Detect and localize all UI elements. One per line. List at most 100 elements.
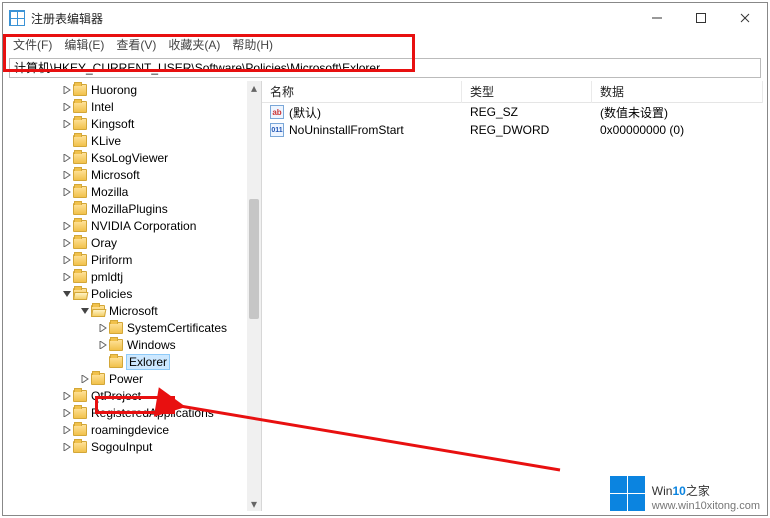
tree-item[interactable]: NVIDIA Corporation <box>7 217 249 234</box>
menu-view[interactable]: 查看(V) <box>110 34 162 55</box>
folder-icon <box>73 237 87 249</box>
chevron-right-icon[interactable] <box>61 271 73 283</box>
tree-item[interactable]: Kingsoft <box>7 115 249 132</box>
tree-item-label: pmldtj <box>91 270 123 284</box>
tree-item-label: Windows <box>127 338 176 352</box>
list-body[interactable]: ab(默认)REG_SZ(数值未设置)011NoUninstallFromSta… <box>262 103 763 139</box>
chevron-right-icon[interactable] <box>61 101 73 113</box>
folder-icon <box>73 288 87 300</box>
tree-item[interactable]: MozillaPlugins <box>7 200 249 217</box>
chevron-right-icon[interactable] <box>61 390 73 402</box>
expander-none <box>97 356 109 368</box>
tree-item-label: Microsoft <box>109 304 158 318</box>
tree-item-label: Exlorer <box>127 355 169 369</box>
tree-item-label: Power <box>109 372 143 386</box>
folder-icon <box>73 101 87 113</box>
chevron-right-icon[interactable] <box>61 254 73 266</box>
tree-item[interactable]: pmldtj <box>7 268 249 285</box>
value-type: REG_SZ <box>462 105 592 119</box>
expander-none <box>61 203 73 215</box>
tree-item-label: SystemCertificates <box>127 321 227 335</box>
chevron-right-icon[interactable] <box>97 322 109 334</box>
tree-item[interactable]: Microsoft <box>7 166 249 183</box>
tree-item-label: RegisteredApplications <box>91 406 214 420</box>
watermark-brand: Win10之家 <box>652 476 760 500</box>
tree-item[interactable]: Exlorer <box>7 353 249 370</box>
chevron-right-icon[interactable] <box>61 424 73 436</box>
menu-edit[interactable]: 编辑(E) <box>58 34 110 55</box>
tree-item[interactable]: RegisteredApplications <box>7 404 249 421</box>
folder-icon <box>91 373 105 385</box>
tree-item[interactable]: KLive <box>7 132 249 149</box>
address-bar[interactable]: 计算机\HKEY_CURRENT_USER\Software\Policies\… <box>9 58 761 78</box>
tree-item[interactable]: Power <box>7 370 249 387</box>
tree-item-label: Oray <box>91 236 117 250</box>
menu-file[interactable]: 文件(F) <box>7 34 58 55</box>
chevron-right-icon[interactable] <box>61 220 73 232</box>
chevron-right-icon[interactable] <box>61 169 73 181</box>
column-name[interactable]: 名称 <box>262 81 462 103</box>
chevron-down-icon[interactable] <box>79 305 91 317</box>
value-row[interactable]: ab(默认)REG_SZ(数值未设置) <box>262 103 763 121</box>
chevron-right-icon[interactable] <box>61 186 73 198</box>
tree-item-label: QtProject <box>91 389 141 403</box>
scroll-down-button[interactable]: ▾ <box>247 497 261 511</box>
tree-item[interactable]: Mozilla <box>7 183 249 200</box>
minimize-button[interactable] <box>635 3 679 33</box>
value-row[interactable]: 011NoUninstallFromStartREG_DWORD0x000000… <box>262 121 763 139</box>
chevron-right-icon[interactable] <box>79 373 91 385</box>
tree-item[interactable]: Microsoft <box>7 302 249 319</box>
tree-item[interactable]: Oray <box>7 234 249 251</box>
dword-value-icon: 011 <box>270 123 284 137</box>
tree-item[interactable]: SogouInput <box>7 438 249 455</box>
close-button[interactable] <box>723 3 767 33</box>
chevron-right-icon[interactable] <box>97 339 109 351</box>
tree-item[interactable]: Policies <box>7 285 249 302</box>
tree-item[interactable]: KsoLogViewer <box>7 149 249 166</box>
folder-icon <box>91 305 105 317</box>
folder-icon <box>73 254 87 266</box>
tree-item[interactable]: QtProject <box>7 387 249 404</box>
menu-bar: 文件(F) 编辑(E) 查看(V) 收藏夹(A) 帮助(H) <box>3 33 767 55</box>
tree-item[interactable]: Huorong <box>7 81 249 98</box>
menu-help[interactable]: 帮助(H) <box>226 34 279 55</box>
tree-item[interactable]: Windows <box>7 336 249 353</box>
folder-icon <box>73 169 87 181</box>
folder-icon <box>73 84 87 96</box>
windows-logo-icon <box>610 476 646 512</box>
watermark-url: www.win10xitong.com <box>652 500 760 512</box>
tree-pane: HuorongIntelKingsoftKLiveKsoLogViewerMic… <box>7 81 262 511</box>
chevron-right-icon[interactable] <box>61 84 73 96</box>
scroll-up-button[interactable]: ▴ <box>247 81 261 95</box>
chevron-right-icon[interactable] <box>61 441 73 453</box>
tree-item-label: Policies <box>91 287 132 301</box>
tree-item-label: MozillaPlugins <box>91 202 168 216</box>
chevron-right-icon[interactable] <box>61 152 73 164</box>
chevron-right-icon[interactable] <box>61 237 73 249</box>
tree-item[interactable]: Piriform <box>7 251 249 268</box>
chevron-down-icon[interactable] <box>61 288 73 300</box>
scroll-thumb[interactable] <box>249 199 259 319</box>
column-data[interactable]: 数据 <box>592 81 763 103</box>
folder-icon <box>73 118 87 130</box>
column-type[interactable]: 类型 <box>462 81 592 103</box>
tree-item[interactable]: SystemCertificates <box>7 319 249 336</box>
folder-icon <box>109 356 123 368</box>
value-data: 0x00000000 (0) <box>592 123 763 137</box>
menu-favorites[interactable]: 收藏夹(A) <box>162 34 226 55</box>
chevron-right-icon[interactable] <box>61 118 73 130</box>
values-pane: 名称 类型 数据 ab(默认)REG_SZ(数值未设置)011NoUninsta… <box>262 81 763 511</box>
chevron-right-icon[interactable] <box>61 407 73 419</box>
folder-icon <box>73 186 87 198</box>
maximize-button[interactable] <box>679 3 723 33</box>
tree-item[interactable]: roamingdevice <box>7 421 249 438</box>
tree-item[interactable]: Intel <box>7 98 249 115</box>
folder-icon <box>73 390 87 402</box>
registry-tree[interactable]: HuorongIntelKingsoftKLiveKsoLogViewerMic… <box>7 81 249 511</box>
title-bar[interactable]: 注册表编辑器 <box>3 3 767 33</box>
tree-scrollbar[interactable]: ▴ ▾ <box>247 81 261 511</box>
expander-none <box>61 135 73 147</box>
folder-icon <box>73 407 87 419</box>
folder-icon <box>73 203 87 215</box>
app-window: 注册表编辑器 文件(F) 编辑(E) 查看(V) 收藏夹(A) 帮助(H) 计算… <box>2 2 768 516</box>
